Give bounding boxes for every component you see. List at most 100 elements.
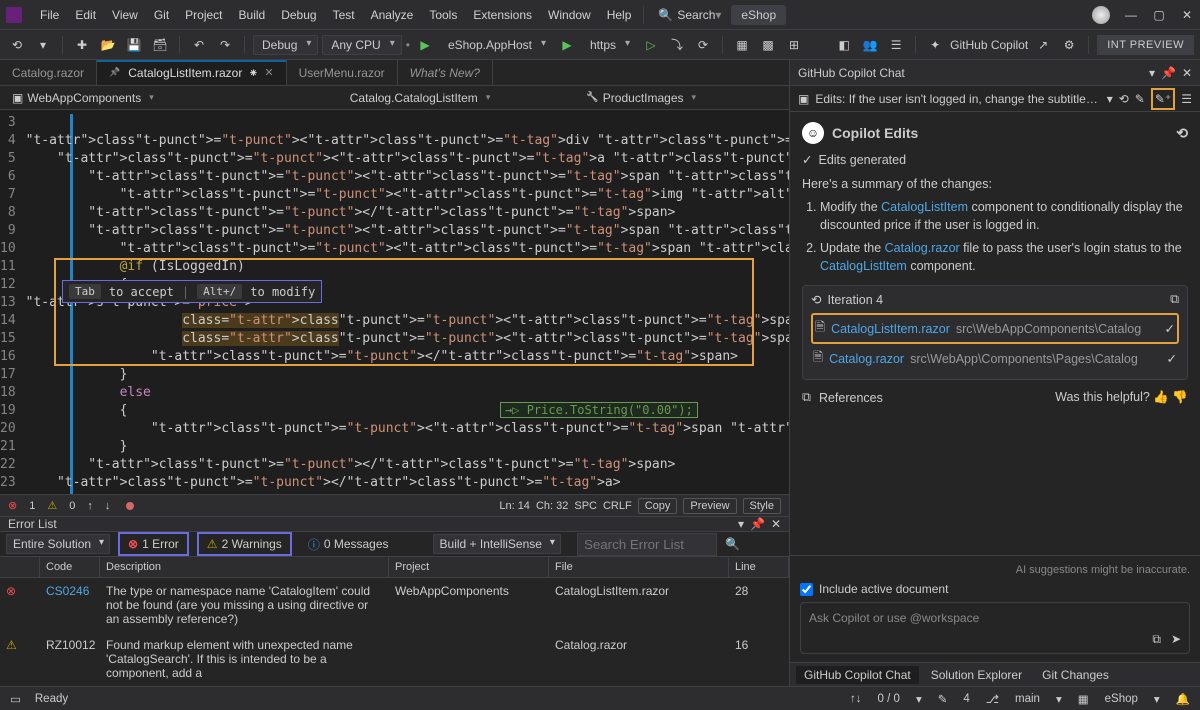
edits-dd-icon[interactable]: ▾ bbox=[1107, 92, 1113, 106]
references-label[interactable]: References bbox=[819, 391, 883, 405]
thread-menu-icon[interactable]: ⟲ bbox=[1176, 125, 1188, 142]
output-icon[interactable]: ▭ bbox=[10, 692, 21, 706]
window-minimize[interactable]: — bbox=[1124, 8, 1138, 22]
repo-icon[interactable]: ▦ bbox=[1078, 692, 1089, 706]
window-maximize[interactable]: ▢ bbox=[1152, 8, 1166, 22]
menu-view[interactable]: View bbox=[104, 4, 146, 26]
panel-close-icon[interactable]: ✕ bbox=[771, 517, 781, 531]
save-icon[interactable]: 💾 bbox=[123, 34, 145, 56]
status-nav[interactable]: 0 / 0 bbox=[878, 693, 900, 705]
startup-project-dropdown[interactable]: eShop.AppHost bbox=[440, 36, 552, 54]
cursor-col[interactable]: Ch: 32 bbox=[536, 500, 568, 512]
status-branch[interactable]: main bbox=[1015, 693, 1040, 705]
settings-icon[interactable]: ⚙ bbox=[1058, 34, 1080, 56]
solution-button[interactable]: eShop bbox=[731, 5, 786, 25]
copy-iteration-icon[interactable]: ⧉ bbox=[1170, 292, 1179, 307]
menu-test[interactable]: Test bbox=[325, 4, 363, 26]
tab-pin-icon[interactable]: ⁕ bbox=[248, 66, 258, 80]
error-icon[interactable]: ⊗ bbox=[8, 499, 17, 512]
menu-help[interactable]: Help bbox=[599, 4, 640, 26]
config-dropdown[interactable]: Debug bbox=[253, 35, 318, 55]
redo-icon[interactable]: ↷ bbox=[214, 34, 236, 56]
errors-filter[interactable]: ⊗1 Error bbox=[118, 532, 189, 556]
new-item-icon[interactable]: ✚ bbox=[71, 34, 93, 56]
include-doc-checkbox[interactable]: Include active document bbox=[800, 582, 1190, 596]
layout-icon[interactable]: ◧ bbox=[833, 34, 855, 56]
start-icon[interactable]: ▶ bbox=[414, 34, 436, 56]
line-endings[interactable]: CRLF bbox=[603, 500, 632, 512]
live-share-icon[interactable]: 👥 bbox=[859, 34, 881, 56]
pencil-icon[interactable]: ✎ bbox=[938, 692, 948, 706]
hot-reload-icon[interactable]: ⟳ bbox=[692, 34, 714, 56]
user-avatar[interactable] bbox=[1092, 6, 1110, 24]
panel-dropdown-icon[interactable]: ▾ bbox=[738, 517, 744, 531]
status-repo[interactable]: eShop bbox=[1105, 693, 1138, 705]
cycle-icon[interactable]: ⟲ bbox=[1119, 92, 1129, 106]
quick-search[interactable]: 🔍 Search ▾ bbox=[658, 8, 721, 22]
build-filter-dropdown[interactable]: Build + IntelliSense bbox=[433, 534, 561, 554]
pane-tab-copilot[interactable]: GitHub Copilot Chat bbox=[796, 666, 919, 684]
code-editor[interactable]: 345678910111213141516171819202122232425 … bbox=[0, 110, 789, 494]
preview-button[interactable]: Preview bbox=[683, 498, 736, 514]
error-count[interactable]: 1 bbox=[29, 500, 35, 512]
warning-icon[interactable]: ⚠ bbox=[47, 499, 57, 512]
indent-mode[interactable]: SPC bbox=[574, 500, 597, 512]
notifications-icon[interactable]: 🔔 bbox=[1176, 692, 1190, 706]
run-icon[interactable]: ▶ bbox=[556, 34, 578, 56]
pane-pin-icon[interactable]: 📌 bbox=[1161, 66, 1176, 80]
menu-build[interactable]: Build bbox=[231, 4, 274, 26]
tool-icon-3[interactable]: ⊞ bbox=[783, 34, 805, 56]
breadcrumb-member[interactable]: ProductImages bbox=[586, 91, 696, 105]
style-button[interactable]: Style bbox=[743, 498, 781, 514]
toggle-edits-icon[interactable]: ✎⁺ bbox=[1151, 88, 1175, 110]
menu-project[interactable]: Project bbox=[177, 4, 230, 26]
chat-input[interactable]: Ask Copilot or use @workspace ⧉ ➤ bbox=[800, 602, 1190, 654]
undo-icon[interactable]: ↶ bbox=[188, 34, 210, 56]
pane-tab-solution-explorer[interactable]: Solution Explorer bbox=[923, 666, 1030, 684]
feedback-icon[interactable]: ☰ bbox=[885, 34, 907, 56]
cursor-line[interactable]: Ln: 14 bbox=[499, 500, 530, 512]
error-row[interactable]: ⊗ CS0246 The type or namespace name 'Cat… bbox=[0, 578, 789, 632]
pane-close-icon[interactable]: ✕ bbox=[1182, 66, 1192, 80]
messages-filter[interactable]: ⓘ0 Messages bbox=[300, 533, 397, 556]
inline-suggestion[interactable]: →▷ Price.ToString("0.00"); bbox=[500, 402, 698, 418]
save-all-icon[interactable]: 🗃 bbox=[149, 34, 171, 56]
panel-pin-icon[interactable]: 📌 bbox=[750, 517, 765, 531]
tab-usermenu[interactable]: UserMenu.razor bbox=[287, 60, 398, 85]
warning-row[interactable]: ⚠ RZ10012 Found markup element with unex… bbox=[0, 632, 789, 686]
menu-git[interactable]: Git bbox=[146, 4, 177, 26]
copilot-toolbar-button[interactable]: GitHub Copilot bbox=[950, 38, 1028, 52]
references-icon[interactable]: ⧉ bbox=[802, 390, 811, 405]
nav-up-icon[interactable]: ↑ bbox=[87, 500, 93, 512]
iteration-file-row[interactable]: 🗎 Catalog.razor src\WebApp\Components\Pa… bbox=[811, 344, 1179, 373]
copy-button[interactable]: Copy bbox=[638, 498, 678, 514]
step-icon[interactable]: ⤵ bbox=[666, 34, 688, 56]
menu-analyze[interactable]: Analyze bbox=[363, 4, 422, 26]
pane-tab-git-changes[interactable]: Git Changes bbox=[1034, 666, 1117, 684]
iteration-file-row[interactable]: 🗎 CatalogListItem.razor src\WebAppCompon… bbox=[811, 313, 1179, 344]
launch-profile-dropdown[interactable]: https bbox=[582, 36, 636, 54]
pane-dropdown-icon[interactable]: ▾ bbox=[1149, 66, 1155, 80]
run-nodebug-icon[interactable]: ▷ bbox=[640, 34, 662, 56]
error-search-input[interactable] bbox=[577, 533, 717, 556]
thumbs-up-icon[interactable]: 👍 bbox=[1153, 390, 1169, 404]
tool-icon-1[interactable]: ▦ bbox=[731, 34, 753, 56]
menu-window[interactable]: Window bbox=[540, 4, 599, 26]
share-icon[interactable]: ↗ bbox=[1032, 34, 1054, 56]
warnings-filter[interactable]: ⚠2 Warnings bbox=[197, 532, 292, 556]
tab-whatsnew[interactable]: What's New? bbox=[398, 60, 493, 85]
include-doc-input[interactable] bbox=[800, 583, 813, 596]
list-icon[interactable]: ☰ bbox=[1181, 92, 1192, 106]
window-close[interactable]: ✕ bbox=[1180, 8, 1194, 22]
tool-icon-2[interactable]: ▩ bbox=[757, 34, 779, 56]
copilot-link[interactable]: Catalog.razor bbox=[885, 241, 960, 255]
edits-summary-text[interactable]: Edits: If the user isn't logged in, chan… bbox=[815, 92, 1100, 106]
menu-tools[interactable]: Tools bbox=[421, 4, 465, 26]
tab-cataloglistitem[interactable]: CatalogListItem.razor⁕✕ bbox=[97, 60, 287, 85]
tab-close-icon[interactable]: ✕ bbox=[264, 66, 273, 79]
status-changes[interactable]: 4 bbox=[963, 693, 969, 705]
breadcrumb-project[interactable]: ▣WebAppComponents bbox=[8, 91, 154, 105]
breadcrumb-type[interactable]: Catalog.CatalogListItem bbox=[350, 91, 491, 105]
scope-dropdown[interactable]: Entire Solution bbox=[6, 534, 110, 554]
nav-dd-icon[interactable]: ▾ bbox=[32, 34, 54, 56]
